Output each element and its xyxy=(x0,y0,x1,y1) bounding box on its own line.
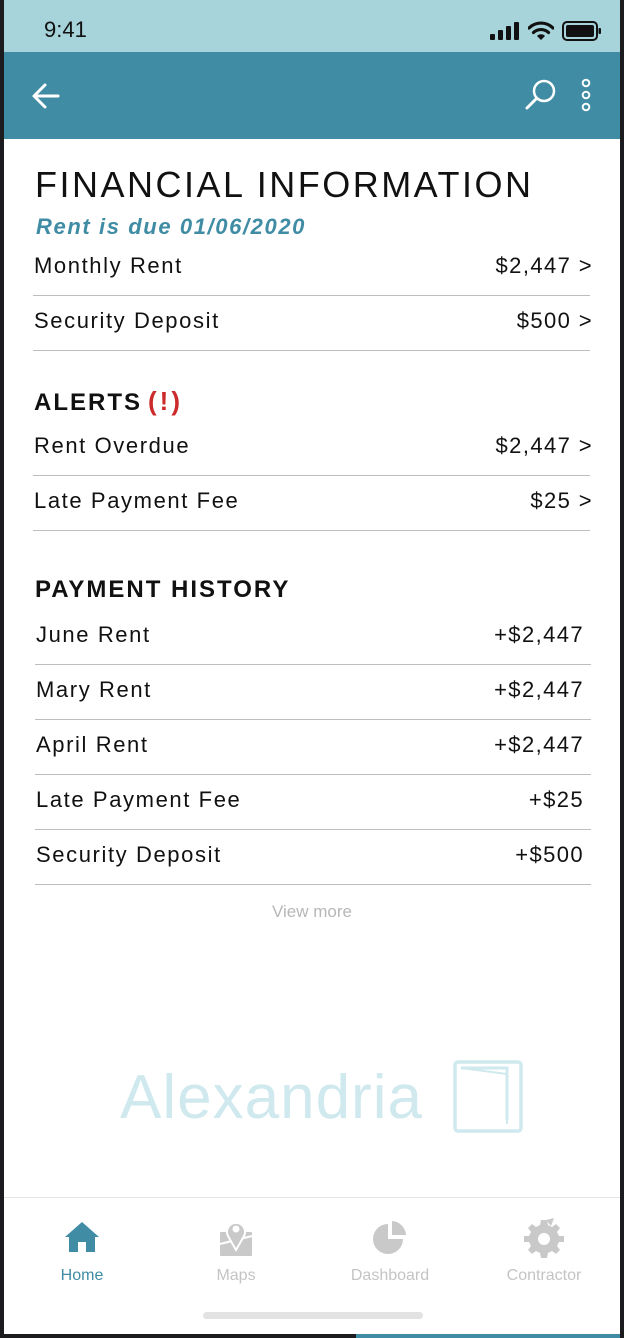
battery-icon xyxy=(562,21,601,41)
alert-mark: (!) xyxy=(148,386,183,416)
more-vertical-icon[interactable] xyxy=(574,78,598,112)
row-value: +$25 xyxy=(528,787,584,812)
row-label: Security Deposit xyxy=(34,308,220,333)
map-pin-icon xyxy=(219,1221,253,1256)
row-label: Rent Overdue xyxy=(34,433,191,458)
row-label: Late Payment Fee xyxy=(34,488,240,513)
row-value: $500 > xyxy=(516,308,593,333)
search-icon[interactable] xyxy=(524,78,558,112)
page-title: FINANCIAL INFORMATION xyxy=(35,164,534,205)
tab-dashboard[interactable]: Dashboard xyxy=(313,1198,467,1298)
row-value: $25 > xyxy=(530,488,593,513)
rent-overdue-row[interactable]: Rent Overdue $2,447 > xyxy=(33,421,593,476)
history-row: April Rent +$2,447 xyxy=(35,720,591,775)
row-label: Late Payment Fee xyxy=(36,787,242,812)
row-value: +$2,447 xyxy=(494,732,584,757)
row-value: +$500 xyxy=(515,842,584,867)
app-bar xyxy=(4,52,620,139)
home-icon xyxy=(65,1222,99,1252)
status-time: 9:41 xyxy=(44,17,87,42)
book-logo-icon xyxy=(453,1060,523,1133)
tab-label: Contractor xyxy=(506,1267,582,1284)
row-value: +$2,447 xyxy=(494,677,584,702)
alerts-heading: ALERTS (!) xyxy=(34,386,183,417)
tab-label: Dashboard xyxy=(350,1267,430,1284)
monthly-rent-row[interactable]: Monthly Rent $2,447 > xyxy=(33,241,593,296)
arrow-left-icon[interactable] xyxy=(30,81,62,111)
signal-icon xyxy=(490,22,519,40)
history-row: Security Deposit +$500 xyxy=(35,830,591,885)
tab-home[interactable]: Home xyxy=(5,1198,159,1298)
tab-contractor[interactable]: Contractor xyxy=(467,1198,620,1298)
row-value: $2,447 > xyxy=(495,433,593,458)
alerts-title: ALERTS xyxy=(34,389,142,416)
row-value: +$2,447 xyxy=(494,622,584,647)
tab-maps[interactable]: Maps xyxy=(159,1198,313,1298)
wifi-icon xyxy=(528,21,554,40)
gear-icon xyxy=(524,1218,564,1258)
row-label: Monthly Rent xyxy=(34,253,183,278)
rent-due-text: Rent is due 01/06/2020 xyxy=(36,214,306,239)
row-label: June Rent xyxy=(36,622,151,647)
late-payment-fee-row[interactable]: Late Payment Fee $25 > xyxy=(33,476,593,531)
phone-screen: 9:41 FINANCIAL INFORMATION Rent is due 0… xyxy=(4,0,620,1334)
status-bar: 9:41 xyxy=(4,0,620,52)
row-label: Security Deposit xyxy=(36,842,222,867)
status-icons xyxy=(490,20,602,42)
brand-name: Alexandria xyxy=(120,1062,423,1132)
row-value: $2,447 > xyxy=(495,253,593,278)
row-label: April Rent xyxy=(36,732,149,757)
history-row: June Rent +$2,447 xyxy=(35,610,591,665)
history-row: Late Payment Fee +$25 xyxy=(35,775,591,830)
tab-label: Home xyxy=(60,1267,104,1284)
tab-label: Maps xyxy=(216,1267,256,1284)
screen-edge-strip xyxy=(356,1334,620,1338)
row-label: Mary Rent xyxy=(36,677,152,702)
history-row: Mary Rent +$2,447 xyxy=(35,665,591,720)
home-indicator xyxy=(203,1312,423,1319)
payment-history-heading: PAYMENT HISTORY xyxy=(35,576,291,603)
view-more-link[interactable]: View more xyxy=(4,902,620,922)
pie-chart-icon xyxy=(373,1221,406,1254)
brand-watermark: Alexandria xyxy=(120,1060,525,1134)
security-deposit-row[interactable]: Security Deposit $500 > xyxy=(33,296,593,351)
